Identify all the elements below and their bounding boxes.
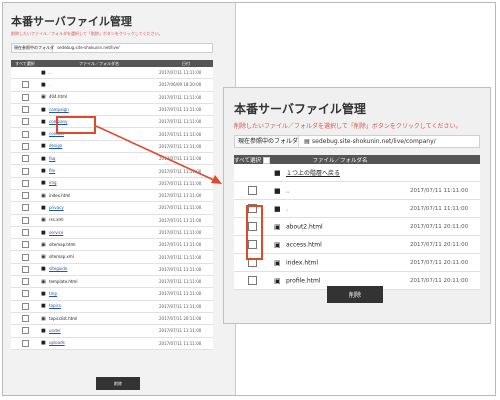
file-icon: ▣ [274,240,281,249]
file-name: access.html [286,241,322,248]
file-icon: ▣ [274,222,281,231]
file-name[interactable]: １つ上の階層へ戻る [286,170,340,177]
table-row: ▣ access.html 2017/07/11 20:11:00 [234,235,480,254]
file-date: 2017/07/11 20:11:00 [410,235,480,254]
current-folder-path-front: sedebug.site-shokunin.net/live/company/ [312,138,436,145]
current-folder-label-front: 現在参照中のフォルダ [235,136,299,147]
file-date [410,164,480,182]
file-name: about2.html [286,223,323,230]
page-title-front: 本番サーバファイル管理 [234,102,366,116]
select-all-label: すべて選択 [234,157,261,164]
name-cell: ▣ access.html [270,235,410,254]
file-manager-front-panel: 本番サーバファイル管理 削除したいファイル／フォルダを選択して「削除」ボタンをク… [223,87,491,324]
current-folder-box-front: 現在参照中のフォルダ ▤ sedebug.site-shokunin.net/liv… [234,135,480,148]
file-date: 2017/07/11 11:11:00 [410,199,480,218]
file-icon: ▣ [274,276,281,285]
folder-icon: ■ [274,186,281,195]
table-row: ■. 2017/07/11 11:11:00 [234,199,480,218]
file-date: 2017/07/11 20:11:00 [410,253,480,272]
select-all-checkbox[interactable] [262,156,270,164]
delete-button-front[interactable]: 削除 [327,286,383,303]
table-row: ▣ about2.html 2017/07/11 20:11:00 [234,217,480,236]
file-icon: ▣ [274,258,281,267]
file-date: 2017/07/11 11:11:00 [410,181,480,200]
row-checkbox-cell [234,164,270,182]
file-table-front: すべて選択 ファイル／フォルダ名 ■ １つ上の階層へ戻る ■.. 2017/07/11… [234,155,480,290]
file-name: . [286,205,288,212]
file-name: profile.html [286,277,321,284]
instruction-text-front: 削除したいファイル／フォルダを選択して「削除」ボタンをクリックしてください。 [234,123,462,130]
name-cell: ▣ about2.html [270,217,410,236]
row-checkbox-cell [234,181,270,200]
name-cell: ■. [270,199,410,218]
row-checkbox[interactable] [247,276,257,285]
date-header-front [410,155,480,164]
arrow-line [95,125,217,182]
file-name: .. [286,187,290,194]
folder-icon: ▤ [304,138,310,145]
folder-up-icon: ■ [274,169,281,178]
name-cell: ■.. [270,181,410,200]
checkbox-highlight [246,205,263,260]
name-cell: ■ １つ上の階層へ戻る [270,164,410,182]
folder-icon: ■ [274,204,281,213]
table-row: ■ １つ上の階層へ戻る [234,164,480,182]
file-name: index.html [286,259,318,266]
row-checkbox[interactable] [247,186,257,195]
file-date: 2017/07/11 20:11:00 [410,217,480,236]
name-header-front: ファイル／フォルダ名 [270,155,410,164]
table-row: ▣ index.html 2017/07/11 20:11:00 [234,253,480,272]
row-checkbox-cell [234,271,270,290]
table-row: ■.. 2017/07/11 11:11:00 [234,181,480,200]
file-date: 2017/07/11 20:11:00 [410,271,480,290]
name-cell: ▣ index.html [270,253,410,272]
select-all-header-front[interactable]: すべて選択 [234,155,270,164]
